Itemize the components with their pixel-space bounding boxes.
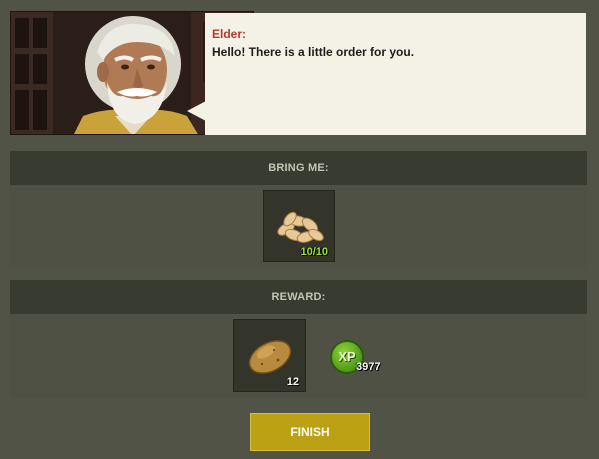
reward-item-slot[interactable]: 12 bbox=[233, 319, 306, 392]
speech-bubble-tail bbox=[187, 101, 206, 121]
dialog-message: Hello! There is a little order for you. bbox=[212, 45, 415, 59]
reward-header: REWARD: bbox=[10, 280, 587, 314]
reward-item-count: 12 bbox=[286, 376, 299, 388]
finish-button[interactable]: FINISH bbox=[250, 413, 370, 451]
xp-amount: 3977 bbox=[356, 361, 381, 373]
speech-bubble: Elder: Hello! There is a little order fo… bbox=[205, 13, 586, 135]
speaker-name: Elder: bbox=[212, 27, 247, 41]
request-item-count: 10/10 bbox=[300, 246, 328, 258]
request-item-slot[interactable]: 10/10 bbox=[263, 190, 335, 262]
bring-me-header: BRING ME: bbox=[10, 151, 587, 185]
